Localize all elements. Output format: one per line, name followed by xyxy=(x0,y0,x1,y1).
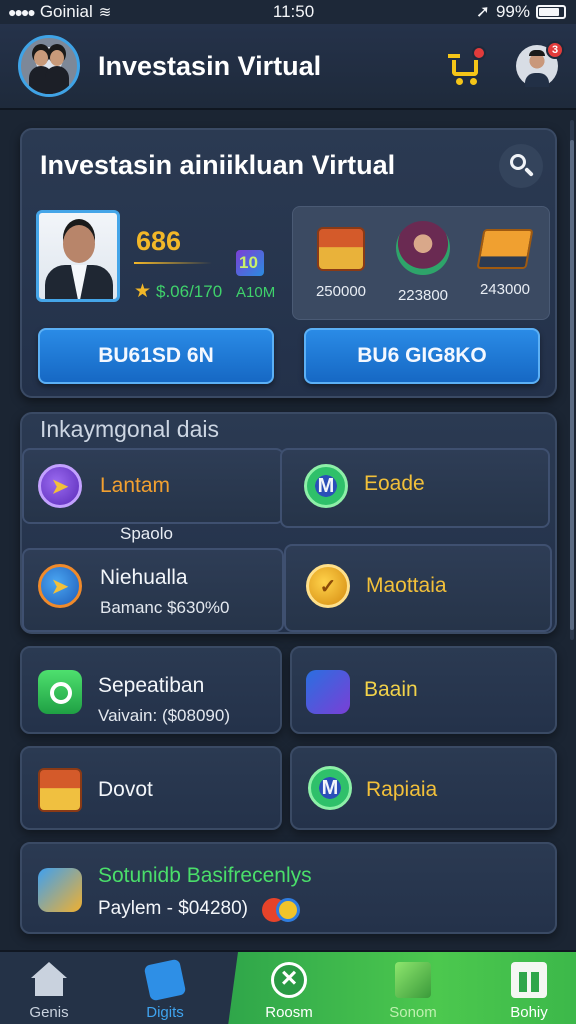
chart-icon xyxy=(395,962,431,998)
nav-item-bohiy[interactable]: Bohiy xyxy=(484,958,574,1021)
card-label: Rapiaia xyxy=(366,778,438,801)
card-summary[interactable]: Sotunidb Basifrecenlys Paylem - $04280) xyxy=(20,842,557,934)
nav-label: Bohiy xyxy=(510,1004,548,1021)
home-icon xyxy=(31,962,67,998)
asset-value: 243000 xyxy=(479,281,531,298)
carrier-name: Goinial xyxy=(39,2,93,21)
tile-label: Eoade xyxy=(364,472,425,495)
cart-icon[interactable] xyxy=(448,46,488,86)
person-avatar-icon xyxy=(396,221,450,275)
card-label: Dovot xyxy=(98,778,153,801)
profile-avatar[interactable]: 3 xyxy=(516,41,564,87)
flag-icon xyxy=(511,962,547,998)
game-badge-icon xyxy=(306,670,350,714)
rocket-icon: ➤ xyxy=(38,464,82,508)
card-sepeatiban[interactable]: Sepeatiban Vaivain: ($08090) xyxy=(20,646,282,734)
asset-item[interactable]: 243000 xyxy=(465,221,545,298)
card-subtitle: Paylem - $04280) xyxy=(98,898,248,919)
star-icon: ★ xyxy=(134,281,152,302)
category-tile-niehualla[interactable]: ➤ Niehualla Bamanc $630%0 xyxy=(22,548,284,632)
buy-button-right[interactable]: BU6 GIG8KO xyxy=(304,328,540,384)
battery-percent: 99% xyxy=(495,2,530,21)
payment-coins-icon xyxy=(262,898,302,922)
tile-label: Lantam xyxy=(100,474,171,497)
nav-label: Sonom xyxy=(389,1004,437,1021)
profile-notification-badge: 3 xyxy=(546,41,564,59)
signal-icon: ●●●● xyxy=(8,4,36,20)
asset-item[interactable]: 250000 xyxy=(301,221,381,300)
nav-label: Roosm xyxy=(265,1004,313,1021)
location-icon: ➚ xyxy=(475,2,490,21)
category-tile-lantam[interactable]: ➤ Lantam xyxy=(22,448,284,524)
stat-amount: $.06/170 xyxy=(156,282,223,301)
card-rapiaia[interactable]: M Rapiaia xyxy=(290,746,557,830)
tile-label: Maottaia xyxy=(366,574,447,597)
status-bar: ●●●● Goinial ≋ 11:50 ➚ 99% xyxy=(0,0,576,24)
category-tile-maottaia[interactable]: ✓ Maottaia xyxy=(284,544,552,632)
close-circle-icon xyxy=(271,962,307,998)
app-header: Investasin Virtual 3 xyxy=(0,24,576,110)
categories-section: Inkaymgonal dais ➤ Lantam M Eoade Spaolo… xyxy=(20,412,557,634)
m-logo-icon: M xyxy=(304,464,348,508)
edit-icon xyxy=(143,958,187,1002)
scrollbar-thumb[interactable] xyxy=(570,140,574,630)
investment-summary-card: Investasin ainiikluan Virtual 686 ★ $.06… xyxy=(20,128,557,398)
nav-item-digits[interactable]: Digits xyxy=(120,958,210,1021)
asset-item[interactable]: 223800 xyxy=(383,221,463,304)
card-title: Investasin ainiikluan Virtual xyxy=(40,150,396,180)
nav-item-home[interactable]: Genis xyxy=(4,958,94,1021)
wifi-icon: ≋ xyxy=(98,4,112,21)
tile-label: Niehualla xyxy=(100,566,188,589)
cart-notification-dot xyxy=(472,46,486,60)
card-baain[interactable]: Baain xyxy=(290,646,557,734)
target-icon xyxy=(38,670,82,714)
card-label: Baain xyxy=(364,678,418,701)
tile-subtitle: Bamanc $630%0 xyxy=(100,598,230,617)
check-coin-icon: ✓ xyxy=(306,564,350,608)
asset-panel: 250000 223800 243000 xyxy=(292,206,550,320)
game-icon xyxy=(38,868,82,912)
category-caption: Spaolo xyxy=(120,524,173,543)
m-logo-icon: M xyxy=(308,766,352,810)
category-tile-eoade[interactable]: M Eoade xyxy=(280,448,550,528)
asset-value: 223800 xyxy=(397,287,449,304)
bottom-nav: Genis Digits Roosm Sonom Bohiy xyxy=(0,950,576,1024)
treasure-chest-icon xyxy=(317,227,365,271)
investor-portrait[interactable] xyxy=(36,210,120,302)
cube-value: 10 xyxy=(239,253,258,272)
team-avatar[interactable] xyxy=(18,35,80,97)
card-label: Sepeatiban xyxy=(98,674,205,697)
nav-label: Genis xyxy=(29,1004,69,1021)
asset-value: 250000 xyxy=(315,283,367,300)
buy-button-left[interactable]: BU61SD 6N xyxy=(38,328,274,384)
nav-item-roosm[interactable]: Roosm xyxy=(244,958,334,1021)
treasure-chest-icon xyxy=(38,768,82,812)
navigation-arrow-icon: ➤ xyxy=(38,564,82,608)
nav-label: Digits xyxy=(146,1004,184,1021)
stat-divider xyxy=(134,262,212,264)
section-title: Inkaymgonal dais xyxy=(40,416,219,442)
nav-item-sonom[interactable]: Sonom xyxy=(368,958,458,1021)
search-button[interactable] xyxy=(499,144,543,188)
stat-aux: A10M xyxy=(236,284,276,301)
search-icon xyxy=(510,154,526,170)
app-title: Investasin Virtual xyxy=(98,50,322,81)
laptop-icon xyxy=(476,229,534,269)
card-dovot[interactable]: Dovot xyxy=(20,746,282,830)
stat-value: 686 xyxy=(136,226,182,256)
card-label: Sotunidb Basifrecenlys xyxy=(98,864,312,887)
battery-icon xyxy=(535,5,566,19)
card-subtitle: Vaivain: ($08090) xyxy=(98,706,230,725)
status-time: 11:50 xyxy=(272,2,315,21)
